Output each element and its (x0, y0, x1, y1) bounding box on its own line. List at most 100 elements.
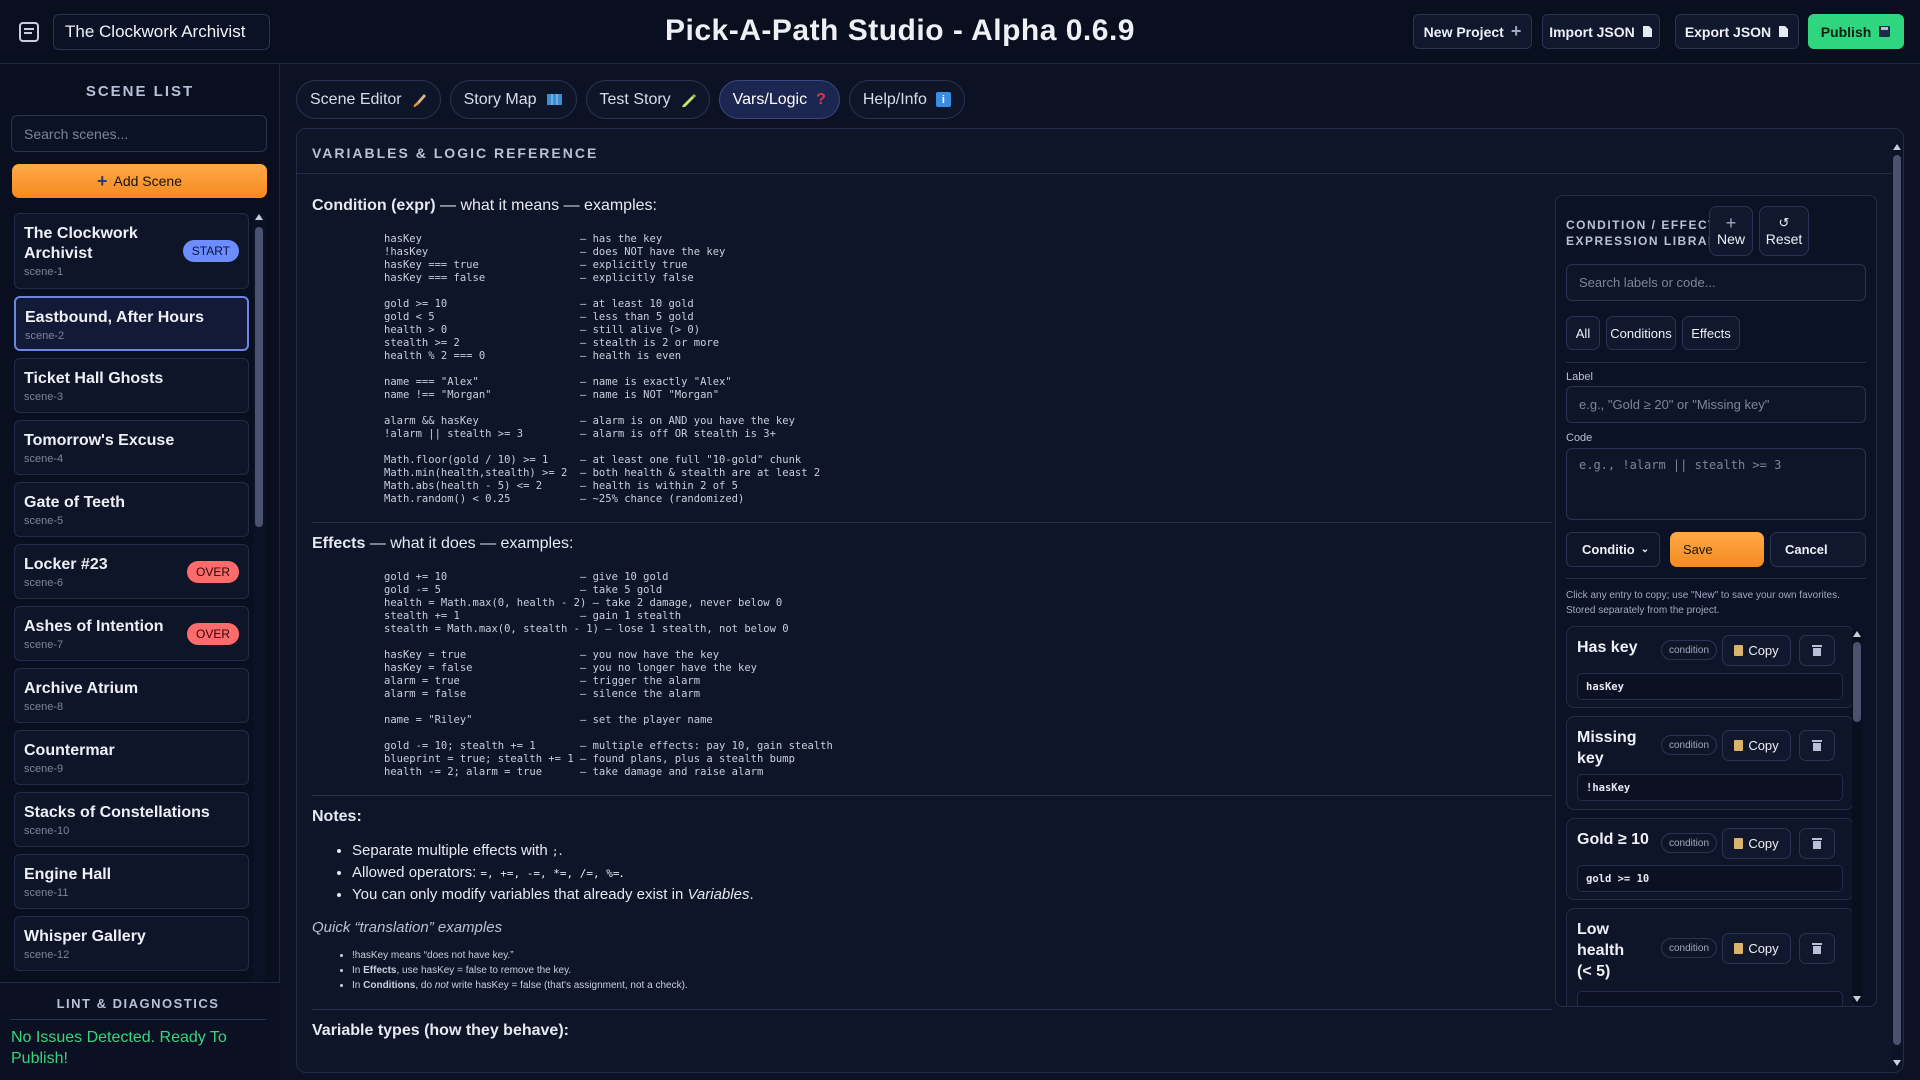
filter-all[interactable]: All (1566, 316, 1600, 350)
library-search-input[interactable] (1566, 264, 1866, 301)
condition-suffix: — what it means — examples: (435, 197, 657, 214)
plus-icon: + (1510, 21, 1522, 41)
tab-label: Story Map (463, 90, 537, 108)
vars-logic-panel: VARIABLES & LOGIC REFERENCE Condition (e… (296, 128, 1904, 1073)
cancel-expression-button[interactable]: Cancel (1770, 532, 1866, 567)
export-json-label: Export JSON (1684, 23, 1772, 40)
delete-button[interactable] (1799, 635, 1835, 666)
entry-title: Low health (< 5) (1577, 921, 1625, 980)
tab-story-map[interactable]: Story Map (449, 80, 577, 119)
scene-id: scene-2 (25, 330, 65, 342)
scroll-down-arrow[interactable] (1893, 1060, 1901, 1066)
scrollbar-thumb[interactable] (1893, 155, 1901, 1045)
scroll-up-arrow[interactable] (1893, 144, 1901, 150)
scene-title: Ashes of Intention (24, 618, 164, 635)
expression-entry[interactable]: Has key condition Copy hasKey (1566, 626, 1854, 708)
delete-button[interactable] (1799, 828, 1835, 859)
note-text: Separate multiple effects with (352, 842, 552, 859)
import-json-button[interactable]: Import JSON (1542, 14, 1660, 49)
clipboard-icon (1734, 943, 1744, 954)
expression-type-select[interactable]: Conditio ⌄ (1566, 532, 1660, 567)
over-badge: OVER (186, 622, 239, 645)
refresh-icon: ↺ (1778, 215, 1790, 230)
scene-id: scene-11 (24, 887, 69, 899)
scene-item[interactable]: Whisper Gallery scene-12 (14, 916, 249, 971)
tab-help-info[interactable]: Help/Info i (848, 80, 965, 119)
scene-title: Engine Hall (24, 866, 112, 883)
reference-content: Condition (expr) — what it means — examp… (312, 185, 1552, 1065)
copy-label: Copy (1748, 738, 1779, 753)
expression-entries: Has key condition Copy hasKey Missing ke… (1566, 626, 1866, 1006)
scene-item-active[interactable]: Eastbound, After Hours scene-2 (14, 296, 249, 351)
map-icon (546, 94, 562, 105)
trash-icon (1812, 838, 1822, 849)
note-text: . (749, 886, 754, 903)
quick-text: , do (415, 980, 435, 991)
app-title: Pick-A-Path Studio - Alpha 0.6.9 (665, 14, 1135, 47)
scroll-up-arrow[interactable] (1853, 631, 1861, 637)
scrollbar-thumb[interactable] (1853, 642, 1861, 722)
project-name-input[interactable] (53, 14, 270, 50)
scene-id: scene-8 (24, 701, 64, 713)
expression-code-input[interactable] (1566, 448, 1866, 520)
label-caption: Label (1566, 371, 1593, 383)
add-scene-button[interactable]: + Add Scene (12, 164, 267, 198)
tab-test-story[interactable]: Test Story (585, 80, 710, 119)
export-json-button[interactable]: Export JSON (1675, 14, 1799, 49)
scene-list-heading: SCENE LIST (85, 83, 195, 100)
tab-label: Test Story (599, 90, 671, 108)
new-expression-button[interactable]: + New (1709, 206, 1753, 256)
expression-entry[interactable]: Low health (< 5) condition Copy (1566, 908, 1854, 1006)
copy-label: Copy (1748, 836, 1779, 851)
library-hint: Click any entry to copy; use "New" to sa… (1566, 590, 1840, 616)
new-project-button[interactable]: New Project + (1413, 14, 1532, 49)
delete-button[interactable] (1799, 730, 1835, 761)
save-expression-button[interactable]: Save (1670, 532, 1764, 567)
scene-search-input[interactable] (11, 115, 267, 152)
scene-item[interactable]: Ashes of Intention scene-7 OVER (14, 606, 249, 661)
expression-label-input[interactable] (1566, 386, 1866, 423)
reset-library-button[interactable]: ↺ Reset (1759, 206, 1809, 256)
publish-button[interactable]: Publish (1808, 14, 1904, 49)
quick-translation-title: Quick “translation” examples (312, 919, 503, 936)
scrollbar-thumb[interactable] (255, 227, 263, 527)
scroll-up-arrow[interactable] (255, 214, 263, 220)
scene-item[interactable]: Ticket Hall Ghosts scene-3 (14, 358, 249, 413)
new-label: New (1716, 231, 1745, 247)
scene-item[interactable]: Tomorrow's Excuse scene-4 (14, 420, 249, 475)
tab-vars-logic[interactable]: Vars/Logic ? (718, 80, 840, 119)
scene-id: scene-4 (24, 453, 64, 465)
copy-button[interactable]: Copy (1722, 828, 1791, 859)
scene-item[interactable]: The Clockwork Archivist scene-1 START (14, 213, 249, 289)
copy-button[interactable]: Copy (1722, 933, 1791, 964)
scene-title: Countermar (24, 742, 115, 759)
panel-scrollbar[interactable] (1892, 143, 1902, 1068)
scene-item[interactable]: Stacks of Constellations scene-10 (14, 792, 249, 847)
divider (1566, 362, 1866, 363)
quick-item: In Conditions, do not write hasKey = fal… (352, 978, 1552, 993)
library-scrollbar[interactable] (1852, 630, 1862, 1004)
filter-effects[interactable]: Effects (1682, 316, 1740, 350)
expression-entry[interactable]: Missing key condition Copy !hasKey (1566, 716, 1854, 810)
tab-scene-editor[interactable]: Scene Editor (296, 80, 441, 119)
scene-item[interactable]: Archive Atrium scene-8 (14, 668, 249, 723)
effects-title: Effects (312, 535, 366, 552)
file-icon (1779, 26, 1789, 37)
reset-label: Reset (1765, 231, 1803, 247)
condition-title: Condition (expr) (312, 197, 436, 214)
quick-bold: Effects (363, 965, 397, 976)
expression-entry[interactable]: Gold ≥ 10 condition Copy gold >= 10 (1566, 818, 1854, 900)
scene-list-scrollbar[interactable] (253, 213, 265, 1033)
filter-conditions[interactable]: Conditions (1606, 316, 1676, 350)
copy-button[interactable]: Copy (1722, 635, 1791, 666)
quick-text: , use hasKey = false to remove the key. (396, 965, 572, 976)
document-icon[interactable] (18, 21, 40, 43)
scene-item[interactable]: Gate of Teeth scene-5 (14, 482, 249, 537)
scroll-down-arrow[interactable] (1853, 996, 1861, 1002)
scene-item[interactable]: Engine Hall scene-11 (14, 854, 249, 909)
delete-button[interactable] (1799, 933, 1835, 964)
copy-button[interactable]: Copy (1722, 730, 1791, 761)
scene-item[interactable]: Countermar scene-9 (14, 730, 249, 785)
copy-label: Copy (1748, 941, 1779, 956)
scene-item[interactable]: Locker #23 scene-6 OVER (14, 544, 249, 599)
